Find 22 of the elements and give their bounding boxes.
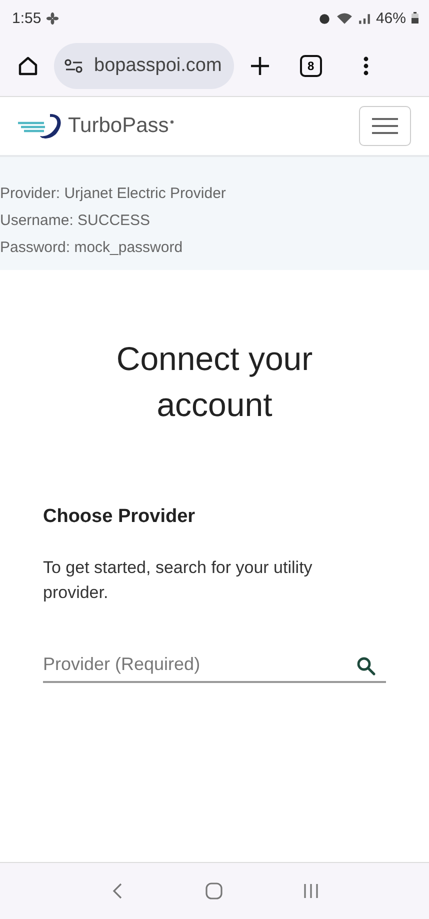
site-settings-icon[interactable] [64, 59, 84, 73]
status-time: 1:55 [12, 10, 42, 26]
menu-button[interactable] [359, 106, 411, 146]
credential-line: Username: SUCCESS [0, 212, 152, 231]
provider-search-field[interactable]: Provider (Required) [43, 648, 386, 683]
address-bar[interactable]: bopasspoi.com [54, 43, 234, 89]
logo-icon [16, 112, 64, 140]
tab-count-button[interactable]: 8 [300, 55, 322, 77]
menu-icon [372, 117, 398, 135]
section-title: Choose Provider [43, 506, 196, 528]
credential-line: Password: mock_password [0, 239, 184, 258]
description: To get started, search for your utility provider. [43, 557, 314, 604]
home-icon[interactable] [16, 54, 40, 78]
page-title: Connect your account [115, 339, 314, 425]
fan-icon [46, 12, 60, 24]
signal-icon [358, 12, 371, 24]
credential-line: Provider: Urjanet Electric Provider [0, 185, 227, 204]
battery-icon [411, 12, 419, 24]
brand-name: TurboPass [68, 114, 169, 138]
battery-level: 46% [376, 10, 406, 26]
wifi-icon [336, 12, 353, 24]
search-icon[interactable] [356, 656, 376, 676]
